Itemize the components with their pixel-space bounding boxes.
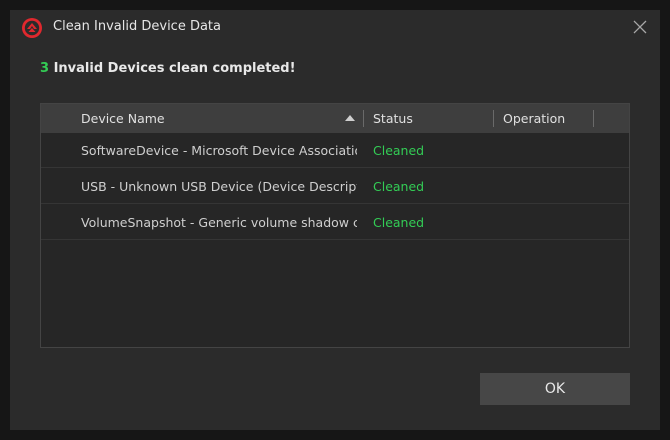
column-header-device-name[interactable]: Device Name [81, 104, 165, 133]
close-button[interactable] [628, 16, 652, 40]
device-name-cell: USB - Unknown USB Device (Device Descrip… [81, 179, 357, 194]
device-name-cell: SoftwareDevice - Microsoft Device Associ… [81, 143, 357, 158]
table-header: Device Name Status Operation [41, 104, 629, 133]
dialog-title: Clean Invalid Device Data [53, 19, 221, 34]
column-divider[interactable] [363, 110, 364, 127]
device-table: Device Name Status Operation SoftwareDev… [40, 103, 630, 348]
ok-button[interactable]: OK [480, 373, 630, 405]
status-cell: Cleaned [373, 143, 425, 158]
column-divider[interactable] [493, 110, 494, 127]
status-cell: Cleaned [373, 215, 425, 230]
app-logo-icon [21, 17, 43, 39]
device-name-cell: VolumeSnapshot - Generic volume shadow c… [81, 215, 357, 230]
clean-invalid-device-dialog: Clean Invalid Device Data 3 Invalid Devi… [10, 10, 660, 430]
summary-text: Invalid Devices clean completed! [49, 61, 296, 76]
status-cell: Cleaned [373, 179, 425, 194]
column-header-status[interactable]: Status [373, 104, 413, 133]
table-row[interactable]: USB - Unknown USB Device (Device Descrip… [41, 169, 629, 204]
table-row[interactable]: SoftwareDevice - Microsoft Device Associ… [41, 133, 629, 168]
column-header-operation[interactable]: Operation [503, 104, 565, 133]
invalid-device-count: 3 [40, 61, 50, 76]
summary-message: 3 Invalid Devices clean completed! [40, 61, 296, 76]
sort-ascending-icon [345, 115, 355, 121]
title-bar: Clean Invalid Device Data [10, 10, 660, 46]
table-row[interactable]: VolumeSnapshot - Generic volume shadow c… [41, 205, 629, 240]
close-icon [633, 19, 647, 38]
column-divider[interactable] [593, 110, 594, 127]
